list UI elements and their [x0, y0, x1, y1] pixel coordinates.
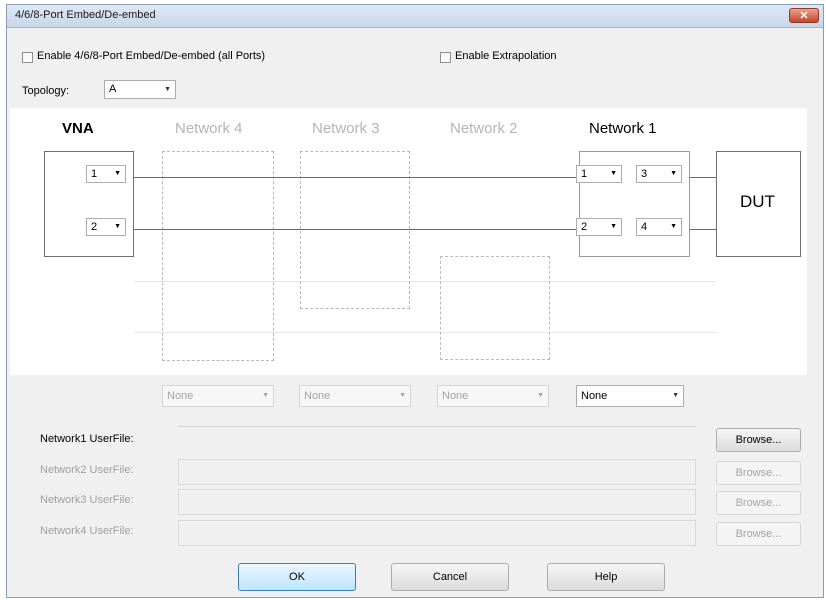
network3-select[interactable]: None ▼: [299, 385, 411, 407]
network4-select-value: None: [167, 390, 194, 402]
chevron-down-icon: ▼: [399, 392, 406, 399]
chevron-down-icon: ▼: [670, 170, 677, 177]
network1-userfile-separator: [178, 426, 696, 427]
network2-userfile-label: Network2 UserFile:: [40, 464, 134, 476]
chevron-down-icon: ▼: [670, 223, 677, 230]
title-bar[interactable]: 4/6/8-Port Embed/De-embed ✕: [7, 5, 823, 28]
ok-button[interactable]: OK: [238, 563, 356, 591]
close-icon: ✕: [799, 10, 809, 22]
browse-label: Browse...: [735, 467, 782, 479]
network2-select-value: None: [442, 390, 469, 402]
chevron-down-icon: ▼: [610, 223, 617, 230]
browse-label: Browse...: [735, 497, 782, 509]
vna-label: VNA: [62, 120, 94, 137]
network2-select[interactable]: None ▼: [437, 385, 549, 407]
vna-port1-value: 1: [91, 168, 98, 180]
network1-browse-button[interactable]: Browse...: [716, 428, 801, 452]
network1-userfile-label: Network1 UserFile:: [40, 433, 134, 445]
net1-port2-value: 2: [581, 221, 588, 233]
enable-extrapolation-label[interactable]: Enable Extrapolation: [455, 50, 557, 62]
net1-port2-select[interactable]: 2 ▼: [576, 218, 622, 236]
chevron-down-icon: ▼: [114, 170, 121, 177]
ok-label: OK: [289, 571, 305, 583]
enable-embed-checkbox[interactable]: [22, 52, 33, 63]
network2-label: Network 2: [450, 120, 518, 137]
browse-label: Browse...: [735, 434, 782, 446]
network3-box: [300, 151, 410, 309]
chevron-down-icon: ▼: [537, 392, 544, 399]
enable-embed-label[interactable]: Enable 4/6/8-Port Embed/De-embed (all Po…: [37, 50, 265, 62]
chevron-down-icon: ▼: [114, 223, 121, 230]
topology-select[interactable]: A ▼: [104, 80, 176, 99]
net1-port3-value: 3: [641, 168, 648, 180]
network2-userfile-field[interactable]: [178, 459, 696, 485]
vna-port2-value: 2: [91, 221, 98, 233]
net1-port3-select[interactable]: 3 ▼: [636, 165, 682, 183]
chevron-down-icon: ▼: [610, 170, 617, 177]
net1-port4-value: 4: [641, 221, 648, 233]
network2-box: [440, 256, 550, 360]
chevron-down-icon: ▼: [262, 392, 269, 399]
network4-userfile-field[interactable]: [178, 520, 696, 546]
browse-label: Browse...: [735, 528, 782, 540]
window-title: 4/6/8-Port Embed/De-embed: [15, 9, 156, 21]
dut-line-top: [690, 177, 716, 178]
vna-port1-select[interactable]: 1 ▼: [86, 165, 126, 183]
help-label: Help: [594, 571, 618, 583]
network3-label: Network 3: [312, 120, 380, 137]
chevron-down-icon: ▼: [164, 86, 171, 93]
network4-userfile-label: Network4 UserFile:: [40, 525, 134, 537]
cancel-button[interactable]: Cancel: [391, 563, 509, 591]
close-button[interactable]: ✕: [789, 8, 819, 23]
network3-browse-button[interactable]: Browse...: [716, 491, 801, 515]
topology-diagram: VNA Network 4 Network 3 Network 2 Networ…: [10, 108, 807, 375]
network4-browse-button[interactable]: Browse...: [716, 522, 801, 546]
enable-extrapolation-checkbox[interactable]: [440, 52, 451, 63]
network4-select[interactable]: None ▼: [162, 385, 274, 407]
vna-port2-select[interactable]: 2 ▼: [86, 218, 126, 236]
topology-label: Topology:: [22, 85, 70, 97]
net1-port1-select[interactable]: 1 ▼: [576, 165, 622, 183]
net1-port4-select[interactable]: 4 ▼: [636, 218, 682, 236]
dut-line-bottom: [690, 229, 716, 230]
network3-userfile-field[interactable]: [178, 489, 696, 515]
network4-label: Network 4: [175, 120, 243, 137]
chevron-down-icon: ▼: [672, 392, 679, 399]
network1-select-value: None: [581, 390, 608, 402]
network3-userfile-label: Network3 UserFile:: [40, 494, 134, 506]
connection-line-top: [134, 177, 579, 178]
network1-label: Network 1: [589, 120, 657, 137]
network3-select-value: None: [304, 390, 331, 402]
network2-browse-button[interactable]: Browse...: [716, 461, 801, 485]
topology-value: A: [109, 83, 117, 95]
cancel-label: Cancel: [432, 571, 468, 583]
net1-port1-value: 1: [581, 168, 588, 180]
connection-line-bottom: [134, 229, 579, 230]
dut-label: DUT: [740, 192, 775, 211]
network4-box: [162, 151, 274, 361]
help-button[interactable]: Help: [547, 563, 665, 591]
network1-select[interactable]: None ▼: [576, 385, 684, 407]
